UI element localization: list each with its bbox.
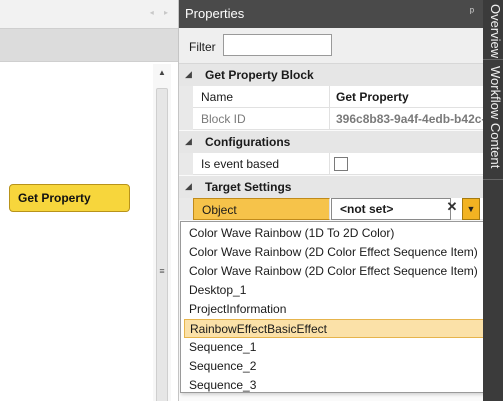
dropdown-item[interactable]: Color Wave Rainbow (2D Color Effect Sequ… (184, 262, 484, 281)
filter-input[interactable] (223, 34, 332, 56)
section-configurations[interactable]: ◢ Configurations (179, 131, 484, 153)
object-label: Object (193, 198, 330, 220)
dropdown-item[interactable]: Desktop_1 (184, 281, 484, 300)
object-dropdown-list[interactable]: Color Wave Rainbow (1D To 2D Color) Colo… (180, 221, 502, 393)
row-gutter (179, 153, 193, 175)
side-tab-strip: Overview Workflow Content (483, 0, 503, 401)
block-id-label: Block ID (193, 108, 330, 130)
clear-icon[interactable]: ✕ (445, 199, 459, 219)
collapse-triangle-icon[interactable]: ◢ (185, 181, 192, 192)
filter-row: Filter (179, 28, 484, 64)
properties-header: Properties ᵖ (179, 0, 484, 28)
block-id-value: 396c8b83-9a4f-4edb-b42c-1 (336, 112, 484, 126)
scroll-up-icon[interactable]: ▲ (157, 68, 167, 78)
dropdown-item-selected[interactable]: RainbowEffectBasicEffect (184, 319, 484, 338)
pin-icon[interactable]: ᵖ (470, 6, 474, 18)
event-based-label: Is event based (193, 153, 330, 175)
workflow-canvas[interactable]: ◂ ▸ Get Property ▲ ≡ (0, 0, 178, 401)
canvas-toolbar: ◂ ▸ (0, 0, 178, 28)
section-get-property-block[interactable]: ◢ Get Property Block (179, 64, 484, 86)
property-row-event-based: Is event based (179, 153, 484, 175)
tab-workflow-content[interactable]: Workflow Content (483, 62, 503, 180)
section-target-settings[interactable]: ◢ Target Settings (179, 176, 484, 198)
row-gutter (179, 108, 193, 130)
section-title: Target Settings (205, 180, 292, 194)
dropdown-item[interactable]: Color Wave Rainbow (2D Color Effect Sequ… (184, 243, 484, 262)
dropdown-item[interactable]: Color Wave Rainbow (1D To 2D Color) (184, 224, 484, 243)
collapse-triangle-icon[interactable]: ◢ (185, 69, 192, 80)
section-title: Get Property Block (205, 68, 314, 82)
object-combobox[interactable]: <not set> (331, 198, 451, 220)
scrollbar-grip-icon: ≡ (159, 266, 165, 276)
row-gutter (179, 198, 193, 220)
row-gutter (179, 86, 193, 108)
event-based-checkbox[interactable] (334, 157, 348, 171)
property-name-value[interactable]: Get Property (331, 86, 484, 108)
dropdown-item[interactable]: Sequence_3 (184, 376, 484, 395)
canvas-band (0, 28, 178, 62)
dropdown-item[interactable]: Sequence_2 (184, 357, 484, 376)
chevron-down-icon[interactable]: ▼ (462, 198, 480, 220)
collapse-triangle-icon[interactable]: ◢ (185, 136, 192, 147)
property-row-block-id: Block ID 396c8b83-9a4f-4edb-b42c-1 (179, 108, 484, 130)
section-title: Configurations (205, 135, 291, 149)
canvas-vertical-scrollbar[interactable]: ▲ ≡ (153, 64, 171, 401)
filter-label: Filter (189, 40, 216, 54)
dropdown-item[interactable]: Sequence_1 (184, 338, 484, 357)
get-property-block-node[interactable]: Get Property (9, 184, 130, 212)
property-row-name: Name Get Property (179, 86, 484, 108)
panel-title: Properties (185, 6, 245, 21)
dropdown-item[interactable]: ProjectInformation (184, 300, 484, 319)
scrollbar-thumb[interactable]: ≡ (156, 88, 168, 401)
property-name-label: Name (193, 86, 330, 108)
property-row-object: Object <not set> ✕ ▼ (179, 198, 484, 220)
canvas-nav-arrows-icon[interactable]: ◂ ▸ (150, 8, 172, 17)
tab-overview[interactable]: Overview (483, 0, 503, 60)
